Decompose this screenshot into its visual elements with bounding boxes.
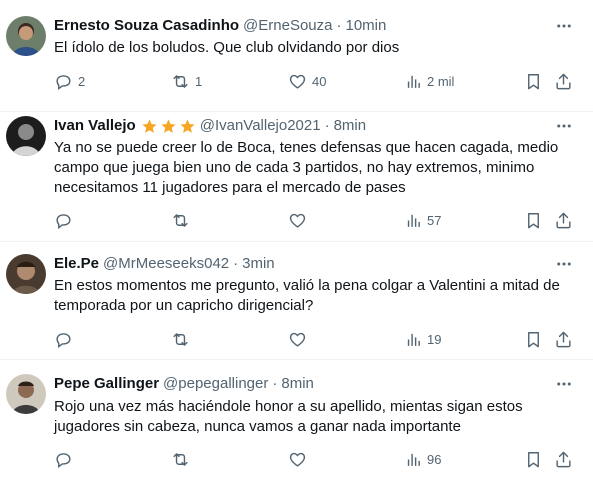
share-button[interactable] [554,71,573,91]
like-count: 40 [312,73,327,89]
bookmark-button[interactable] [524,71,543,91]
author-name[interactable]: Ernesto Souza Casadinho [54,16,239,36]
retweet-icon [173,74,188,88]
reply-icon [56,213,71,229]
tweet[interactable]: Ernesto Souza Casadinho @ErneSouza · 10m… [0,0,593,112]
share-icon [556,451,571,467]
separator-dot: · [336,17,342,34]
bookmark-icon [528,451,539,467]
reply-button[interactable] [54,210,78,230]
views-button[interactable]: 96 [405,449,441,469]
bookmark-button[interactable] [524,210,543,230]
reply-count: 2 [78,73,86,89]
heart-icon [289,74,306,89]
tweet-text: Rojo una vez más haciéndole honor a su a… [54,398,523,435]
views-count: 19 [427,331,442,347]
like-button[interactable] [288,329,312,349]
more-options-icon[interactable] [555,255,573,273]
views-count: 57 [427,212,442,228]
author-handle[interactable]: @IvanVallejo2021 [200,116,321,136]
like-button[interactable]: 40 [288,71,326,91]
retweet-button[interactable] [171,210,195,230]
reply-button[interactable] [54,329,78,349]
retweet-count: 1 [195,73,203,89]
reply-icon [56,74,71,90]
like-button[interactable] [288,449,312,469]
action-bar: 57 [0,210,593,230]
action-bar: 19 [0,329,593,349]
like-button[interactable] [288,210,312,230]
retweet-icon [173,332,188,346]
share-icon [556,331,571,347]
retweet-button[interactable]: 1 [171,71,202,91]
star-icon [142,118,157,133]
author-name[interactable]: Ele.Pe [54,254,99,274]
tweet-text: El ídolo de los boludos. Que club olvida… [54,39,400,56]
reply-button[interactable]: 2 [54,71,85,91]
views-count: 2 mil [427,73,455,89]
more-options-icon[interactable] [555,375,573,393]
bookmark-button[interactable] [524,329,543,349]
bookmark-icon [528,331,539,347]
heart-icon [289,452,306,467]
star-emojis [141,118,196,135]
share-icon [556,212,571,228]
timestamp[interactable]: 3min [242,254,275,274]
more-options-icon[interactable] [555,117,573,135]
action-bar: 96 [0,449,593,469]
share-icon [556,73,571,89]
timestamp[interactable]: 10min [346,16,387,36]
tweet-text: Ya no se puede creer lo de Boca, tenes d… [54,139,559,196]
author-handle[interactable]: @MrMeeseeks042 [103,254,229,274]
tweet[interactable]: Ivan Vallejo @IvanVallejo2021 · 8min Ya … [0,112,593,242]
share-button[interactable] [554,210,573,230]
heart-icon [289,213,306,228]
bookmark-button[interactable] [524,449,543,469]
retweet-icon [173,213,188,227]
avatar[interactable] [6,16,46,56]
author-handle[interactable]: @ErneSouza [243,16,332,36]
star-icon [180,118,195,133]
reply-icon [56,452,71,468]
heart-icon [289,332,306,347]
more-options-icon[interactable] [555,17,573,35]
star-icon [161,118,176,133]
separator-dot: · [324,117,330,134]
reply-feed: Ernesto Souza Casadinho @ErneSouza · 10m… [0,0,593,478]
share-button[interactable] [554,329,573,349]
views-icon [407,453,420,466]
views-icon [407,333,420,346]
share-button[interactable] [554,449,573,469]
retweet-button[interactable] [171,449,195,469]
timestamp[interactable]: 8min [281,374,314,394]
avatar[interactable] [6,254,46,294]
views-button[interactable]: 2 mil [405,71,454,91]
separator-dot: · [272,375,278,392]
views-button[interactable]: 57 [405,210,441,230]
reply-icon [56,332,71,348]
tweet-text: En estos momentos me pregunto, valió la … [54,277,560,314]
views-icon [407,214,420,227]
tweet[interactable]: Pepe Gallinger @pepegallinger · 8min Roj… [0,360,593,478]
tweet[interactable]: Ele.Pe @MrMeeseeks042 · 3min En estos mo… [0,242,593,360]
views-button[interactable]: 19 [405,329,441,349]
bookmark-icon [528,73,539,89]
reply-button[interactable] [54,449,78,469]
author-name[interactable]: Ivan Vallejo [54,116,136,136]
views-count: 96 [427,451,442,467]
views-icon [407,75,420,88]
retweet-icon [173,452,188,466]
avatar[interactable] [6,374,46,414]
avatar[interactable] [6,116,46,156]
author-handle[interactable]: @pepegallinger [163,374,268,394]
action-bar: 2 1 40 2 mil [0,71,593,91]
separator-dot: · [233,255,239,272]
timestamp[interactable]: 8min [334,116,367,136]
bookmark-icon [528,212,539,228]
author-name[interactable]: Pepe Gallinger [54,374,159,394]
retweet-button[interactable] [171,329,195,349]
